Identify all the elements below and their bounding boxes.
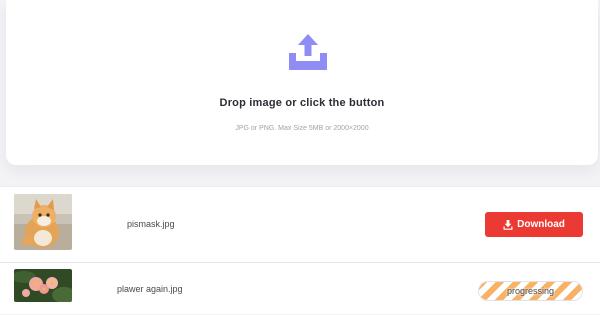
dropzone-hint: JPG or PNG. Max Size 5MB or 2000×2000 <box>235 125 369 132</box>
file-thumbnail <box>14 194 72 250</box>
upload-tray-icon <box>289 34 327 70</box>
file-list: pismask.jpg Download plawer again.jpg pr… <box>0 186 600 314</box>
file-row: plawer again.jpg progressing <box>0 264 600 315</box>
upload-dropzone[interactable]: Drop image or click the button JPG or PN… <box>6 0 598 165</box>
file-row: pismask.jpg Download <box>0 187 600 263</box>
progress-indicator: progressing <box>478 281 583 301</box>
file-thumbnail <box>14 269 72 302</box>
file-name: plawer again.jpg <box>117 284 183 294</box>
download-label: Download <box>517 219 565 230</box>
download-button[interactable]: Download <box>485 212 583 237</box>
progress-label: progressing <box>506 286 555 296</box>
dropzone-title: Drop image or click the button <box>219 97 385 109</box>
file-name: pismask.jpg <box>127 219 175 229</box>
download-icon <box>503 219 513 230</box>
